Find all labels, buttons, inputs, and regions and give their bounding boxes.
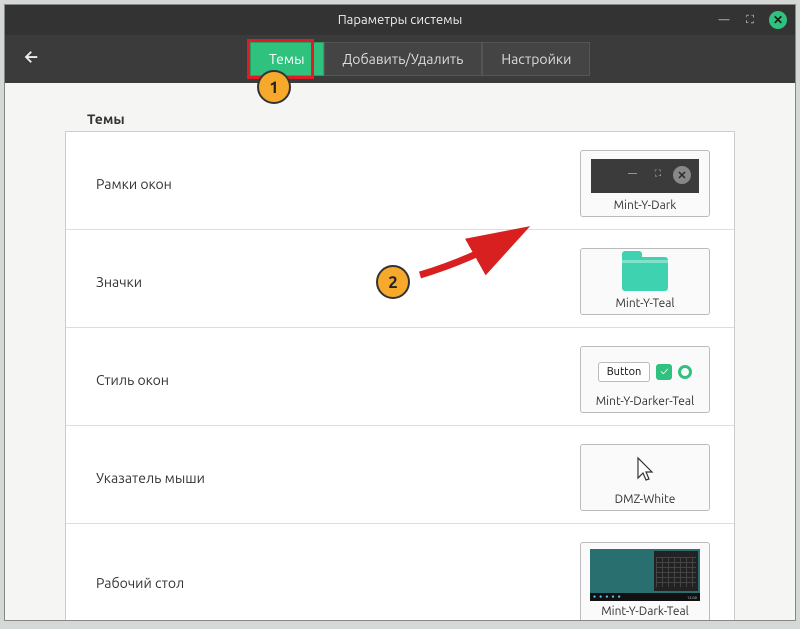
maximize-icon: ⛶ (655, 168, 661, 179)
annotation-badge-2: 2 (376, 265, 410, 299)
tab-add-remove[interactable]: Добавить/Удалить (324, 42, 483, 76)
close-icon[interactable]: ✕ (769, 11, 787, 29)
back-button[interactable] (23, 48, 41, 70)
content-area: Темы Рамки окон — ⛶ ✕ Mint-Y-Dark Знач (5, 83, 795, 620)
radio-icon (678, 365, 692, 379)
cursor-icon (635, 456, 655, 484)
selector-value: Mint-Y-Dark (614, 199, 677, 212)
window-frame-preview: — ⛶ ✕ (591, 159, 699, 193)
row-cursor: Указатель мыши DMZ-White (66, 426, 734, 524)
row-label: Рабочий стол (96, 575, 184, 591)
row-label: Рамки окон (96, 176, 172, 192)
annotation-arrow (410, 215, 540, 285)
button-preview: Button (598, 362, 651, 382)
minimize-icon: — (628, 168, 637, 178)
annotation-badge-1: 1 (257, 70, 291, 104)
preview-desktop: ● ● ● ● ●12:00 (589, 549, 701, 601)
folder-icon (622, 257, 668, 291)
checkbox-icon: ✓ (656, 364, 672, 380)
selector-value: Mint-Y-Teal (615, 297, 674, 310)
tabs: Темы Добавить/Удалить Настройки (250, 42, 590, 76)
window-controls: — ⛶ ✕ (717, 5, 787, 35)
row-style: Стиль окон Button ✓ Mint-Y-Darker-Teal (66, 328, 734, 426)
selector-window-frames[interactable]: — ⛶ ✕ Mint-Y-Dark (580, 150, 710, 217)
row-label: Значки (96, 274, 142, 290)
window-title: Параметры системы (338, 13, 463, 27)
tab-themes[interactable]: Темы (250, 42, 324, 76)
preview-style: Button ✓ (589, 353, 701, 391)
maximize-icon[interactable]: ⛶ (743, 13, 757, 27)
minimize-icon[interactable]: — (717, 13, 731, 27)
close-icon: ✕ (673, 166, 691, 184)
selector-value: Mint-Y-Darker-Teal (596, 395, 695, 408)
row-label: Указатель мыши (96, 470, 205, 486)
themes-panel: Рамки окон — ⛶ ✕ Mint-Y-Dark Значки (65, 131, 735, 620)
preview-cursor (589, 451, 701, 489)
toolbar: Темы Добавить/Удалить Настройки (5, 35, 795, 83)
row-label: Стиль окон (96, 372, 169, 388)
selector-style[interactable]: Button ✓ Mint-Y-Darker-Teal (580, 346, 710, 413)
preview-window-frames: — ⛶ ✕ (589, 157, 701, 195)
desktop-thumbnail: ● ● ● ● ●12:00 (590, 549, 700, 601)
row-desktop: Рабочий стол ● ● ● ● ●12:00 Mint-Y-Dark-… (66, 524, 734, 620)
titlebar: Параметры системы — ⛶ ✕ (5, 5, 795, 35)
arrow-left-icon (23, 48, 41, 66)
tab-settings[interactable]: Настройки (482, 42, 590, 76)
selector-icons[interactable]: Mint-Y-Teal (580, 248, 710, 315)
selector-value: Mint-Y-Dark-Teal (601, 605, 689, 618)
selector-desktop[interactable]: ● ● ● ● ●12:00 Mint-Y-Dark-Teal (580, 542, 710, 620)
section-title: Темы (87, 111, 735, 127)
selector-value: DMZ-White (615, 493, 676, 506)
row-window-frames: Рамки окон — ⛶ ✕ Mint-Y-Dark (66, 132, 734, 230)
preview-icons (589, 255, 701, 293)
settings-window: Параметры системы — ⛶ ✕ Темы Добавить/Уд… (4, 4, 796, 621)
selector-cursor[interactable]: DMZ-White (580, 444, 710, 511)
